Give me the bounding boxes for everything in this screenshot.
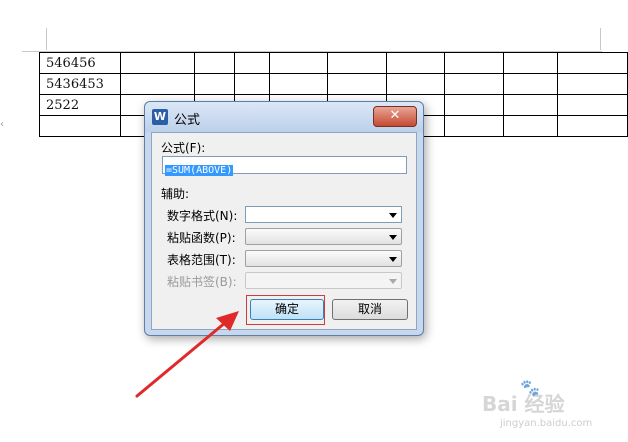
arrow-shaft [135, 320, 228, 398]
watermark-url: jingyan.baidu.com [500, 418, 593, 429]
annotation-arrow [135, 311, 239, 398]
paw-icon: 🐾 [520, 378, 540, 397]
